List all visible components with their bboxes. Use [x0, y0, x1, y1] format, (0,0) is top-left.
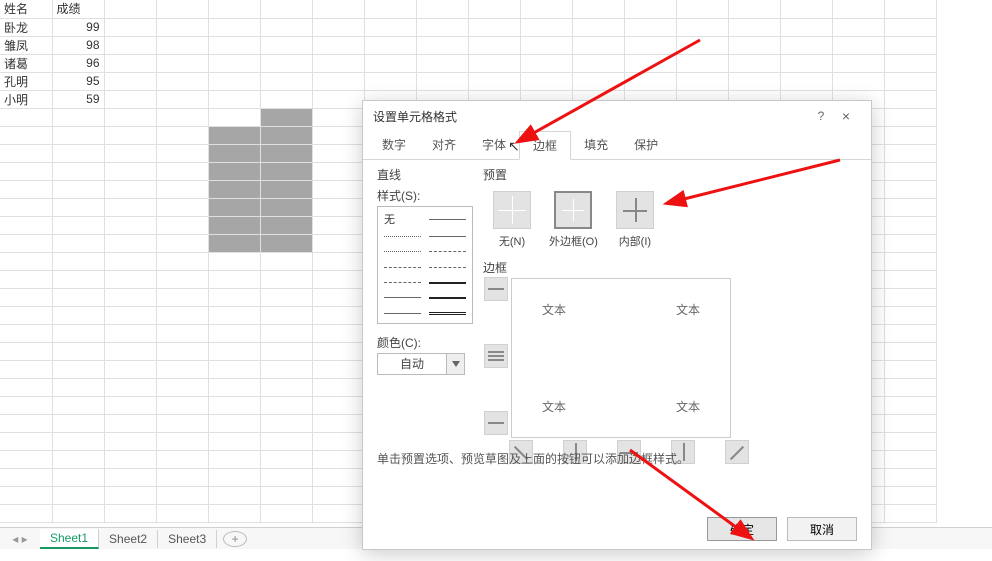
cell[interactable]: 96: [52, 54, 104, 72]
cell[interactable]: 小明: [0, 90, 52, 108]
preset-inner-button[interactable]: [616, 191, 654, 229]
tab-align[interactable]: 对齐: [419, 131, 469, 159]
cancel-button[interactable]: 取消: [787, 517, 857, 541]
cell[interactable]: 雏凤: [0, 36, 52, 54]
color-dropdown-button[interactable]: [447, 353, 465, 375]
tab-font[interactable]: 字体: [469, 131, 519, 159]
preset-outer-button[interactable]: [554, 191, 592, 229]
dialog-title: 设置单元格格式: [373, 108, 457, 125]
cell[interactable]: 诸葛: [0, 54, 52, 72]
chevron-down-icon: [452, 361, 460, 367]
cell[interactable]: 95: [52, 72, 104, 90]
line-style-picker[interactable]: 无: [377, 206, 473, 324]
sheet-tab-3[interactable]: Sheet3: [158, 530, 217, 548]
preview-text-1: 文本: [542, 301, 566, 318]
cell[interactable]: 98: [52, 36, 104, 54]
cell[interactable]: 59: [52, 90, 104, 108]
close-button[interactable]: ×: [831, 108, 861, 124]
tab-number[interactable]: 数字: [369, 131, 419, 159]
cell[interactable]: 卧龙: [0, 18, 52, 36]
preset-inner-label: 内部(I): [619, 233, 651, 249]
border-bottom-button[interactable]: [484, 411, 508, 435]
tab-protect[interactable]: 保护: [621, 131, 671, 159]
color-value[interactable]: 自动: [377, 353, 447, 375]
border-mid-h-button[interactable]: [484, 344, 508, 368]
sheet-tab-1[interactable]: Sheet1: [40, 529, 99, 549]
color-label: 颜色(C):: [377, 334, 487, 351]
border-preview[interactable]: 文本 文本 文本 文本: [511, 278, 731, 438]
ok-button[interactable]: 确定: [707, 517, 777, 541]
border-top-button[interactable]: [484, 277, 508, 301]
preset-none-label: 无(N): [499, 233, 525, 249]
cell[interactable]: 孔明: [0, 72, 52, 90]
border-group-label: 边框: [483, 259, 857, 276]
style-label: 样式(S):: [377, 187, 487, 204]
line-style-none[interactable]: 无: [384, 211, 421, 227]
sheet-tab-add[interactable]: +: [223, 531, 247, 547]
preview-text-3: 文本: [542, 398, 566, 415]
tab-border[interactable]: 边框: [519, 131, 571, 160]
presets-group-label: 预置: [483, 166, 857, 183]
dialog-titlebar[interactable]: 设置单元格格式 ? ×: [363, 101, 871, 131]
preset-outer-label: 外边框(O): [549, 233, 598, 249]
preview-text-4: 文本: [676, 398, 700, 415]
sheet-tab-2[interactable]: Sheet2: [99, 530, 158, 548]
preview-text-2: 文本: [676, 301, 700, 318]
cell[interactable]: 99: [52, 18, 104, 36]
sheet-nav-arrows[interactable]: ◂ ▸: [0, 532, 40, 546]
dialog-tabs: 数字 对齐 字体 边框 填充 保护: [363, 131, 871, 160]
tab-fill[interactable]: 填充: [571, 131, 621, 159]
format-cells-dialog: 设置单元格格式 ? × 数字 对齐 字体 边框 填充 保护 直线 样式(S): …: [362, 100, 872, 550]
hint-text: 单击预置选项、预览草图及上面的按钮可以添加边框样式。: [377, 450, 689, 467]
cell-header-score[interactable]: 成绩: [52, 0, 104, 18]
preset-none-button[interactable]: [493, 191, 531, 229]
help-button[interactable]: ?: [811, 109, 831, 123]
border-diag-up-button[interactable]: [725, 440, 749, 464]
line-group-label: 直线: [377, 166, 487, 183]
cell-header-name[interactable]: 姓名: [0, 0, 52, 18]
